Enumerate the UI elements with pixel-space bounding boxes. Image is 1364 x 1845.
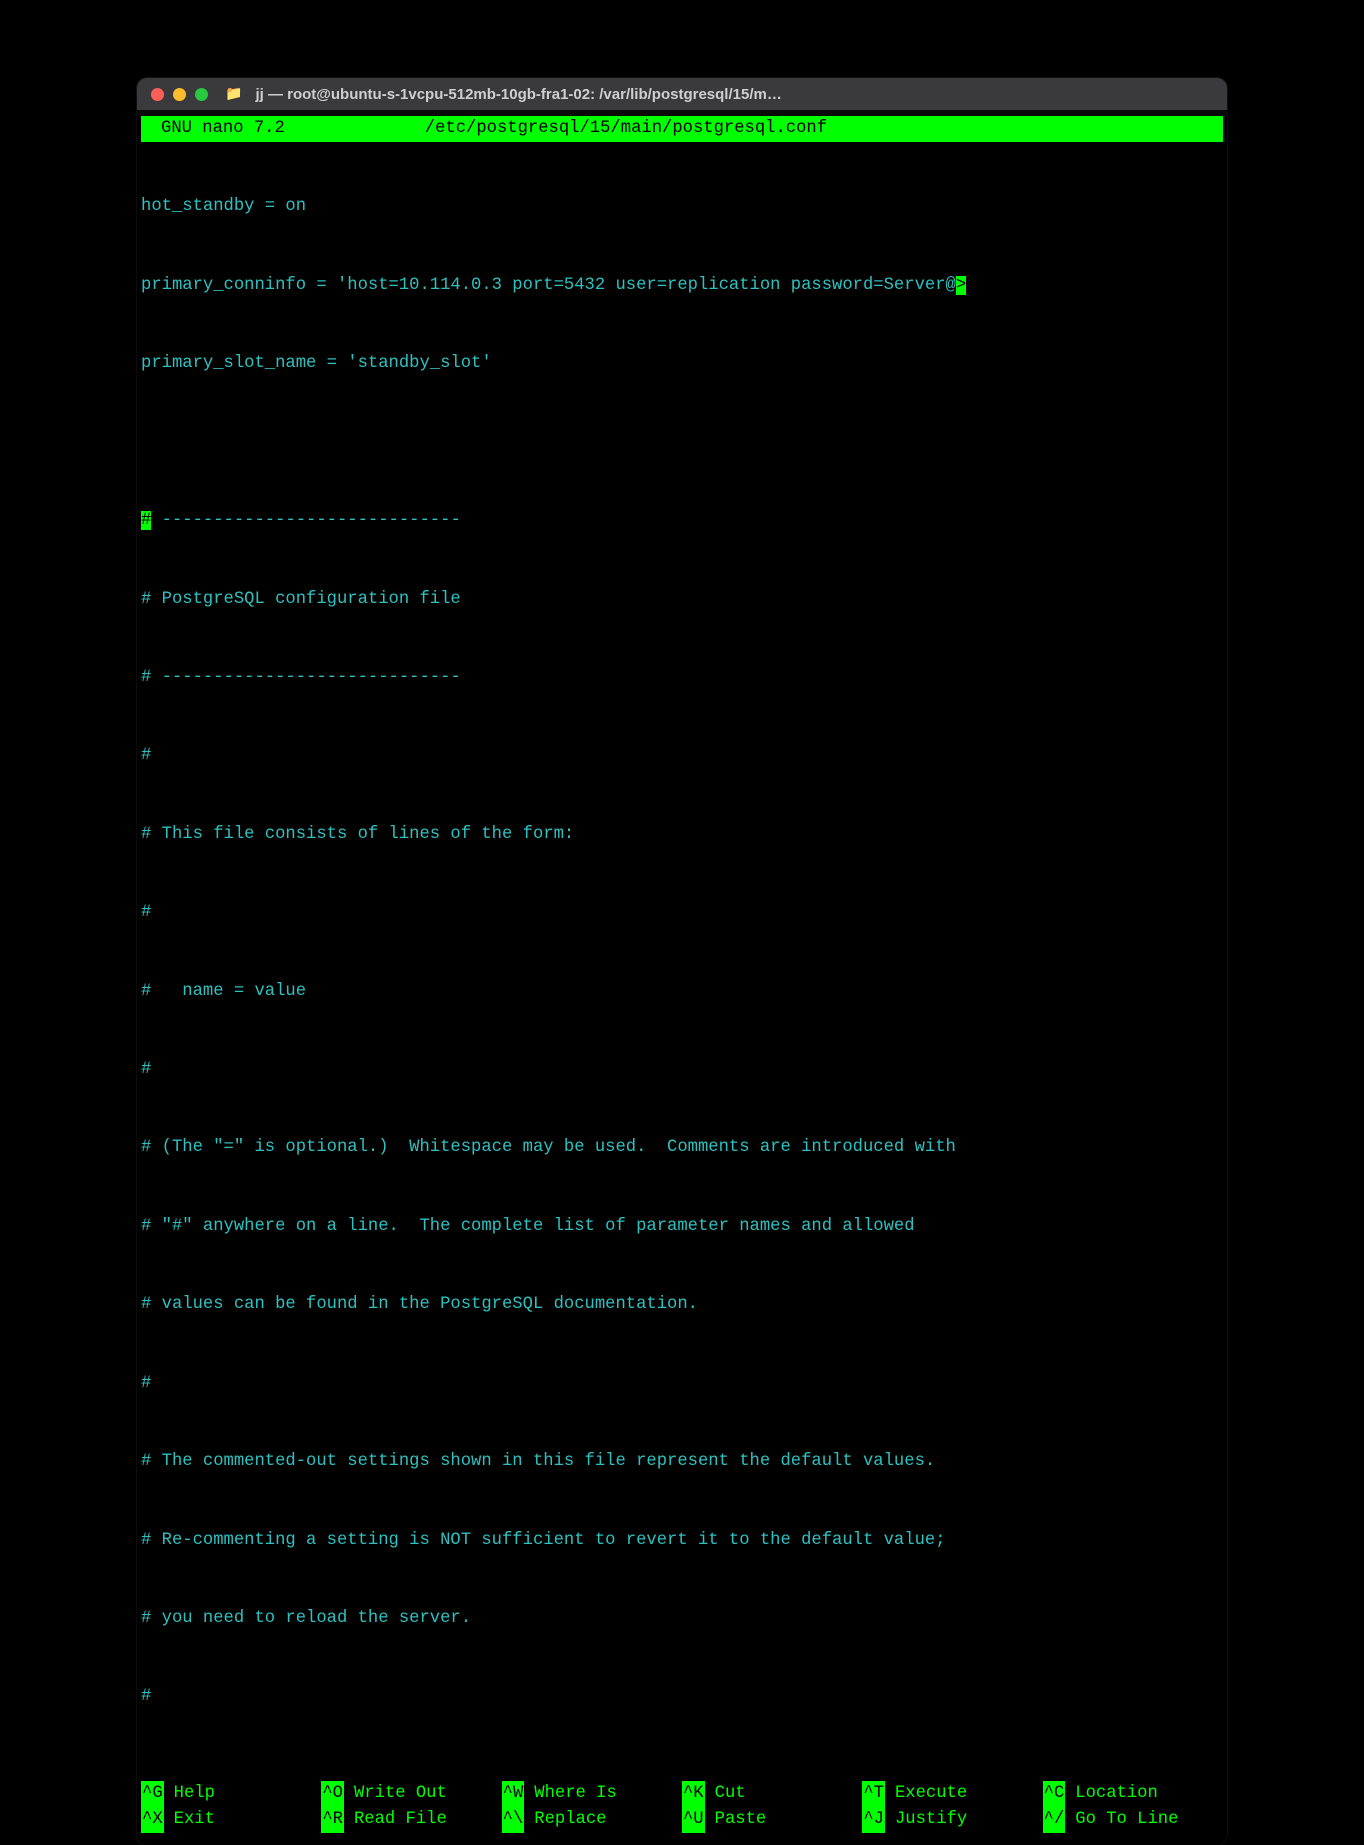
- shortcut-label: Help: [164, 1781, 215, 1807]
- editor-content[interactable]: hot_standby = on primary_conninfo = 'hos…: [137, 142, 1227, 1763]
- shortcut-key: ^\: [502, 1807, 525, 1833]
- title-bar: 📁 jj — root@ubuntu-s-1vcpu-512mb-10gb-fr…: [137, 78, 1227, 110]
- shortcut-label: Read File: [344, 1807, 447, 1833]
- shortcut-paste[interactable]: ^UPaste: [682, 1807, 862, 1833]
- shortcut-label: Go To Line: [1065, 1807, 1178, 1833]
- cursor: #: [141, 511, 151, 530]
- shortcut-label: Execute: [885, 1781, 967, 1807]
- shortcut-key: ^C: [1043, 1781, 1066, 1807]
- shortcut-execute[interactable]: ^TExecute: [862, 1781, 1042, 1807]
- terminal-body[interactable]: GNU nano 7.2 /etc/postgresql/15/main/pos…: [137, 116, 1227, 1845]
- shortcut-justify[interactable]: ^JJustify: [862, 1807, 1042, 1833]
- folder-icon: 📁: [225, 86, 242, 103]
- shortcut-label: Write Out: [344, 1781, 447, 1807]
- editor-line: #: [141, 743, 1223, 769]
- shortcut-label: Cut: [705, 1781, 746, 1807]
- shortcut-key: ^U: [682, 1807, 705, 1833]
- nano-file-path: /etc/postgresql/15/main/postgresql.conf: [425, 116, 827, 142]
- minimize-icon[interactable]: [173, 88, 186, 101]
- truncation-marker-icon: >: [956, 276, 966, 295]
- editor-line: # you need to reload the server.: [141, 1606, 1223, 1632]
- editor-line: # "#" anywhere on a line. The complete l…: [141, 1214, 1223, 1240]
- shortcut-key: ^W: [502, 1781, 525, 1807]
- editor-line: #: [141, 1371, 1223, 1397]
- editor-line: # (The "=" is optional.) Whitespace may …: [141, 1135, 1223, 1161]
- shortcut-label: Replace: [524, 1807, 606, 1833]
- shortcut-key: ^R: [321, 1807, 344, 1833]
- editor-line: # Re-commenting a setting is NOT suffici…: [141, 1528, 1223, 1554]
- shortcut-label: Paste: [705, 1807, 767, 1833]
- shortcut-cut[interactable]: ^KCut: [682, 1781, 862, 1807]
- nano-app-name: GNU nano 7.2: [143, 116, 285, 142]
- editor-line: #: [141, 1684, 1223, 1710]
- shortcut-label: Exit: [164, 1807, 215, 1833]
- nano-header: GNU nano 7.2 /etc/postgresql/15/main/pos…: [141, 116, 1223, 142]
- shortcut-key: ^J: [862, 1807, 885, 1833]
- shortcut-exit[interactable]: ^XExit: [141, 1807, 321, 1833]
- maximize-icon[interactable]: [195, 88, 208, 101]
- shortcut-where-is[interactable]: ^WWhere Is: [502, 1781, 682, 1807]
- shortcut-key: ^/: [1043, 1807, 1066, 1833]
- editor-line: #: [141, 1057, 1223, 1083]
- shortcut-key: ^T: [862, 1781, 885, 1807]
- editor-line: # The commented-out settings shown in th…: [141, 1449, 1223, 1475]
- editor-line: # PostgreSQL configuration file: [141, 587, 1223, 613]
- shortcut-key: ^G: [141, 1781, 164, 1807]
- shortcut-write-out[interactable]: ^OWrite Out: [321, 1781, 501, 1807]
- editor-line: # This file consists of lines of the for…: [141, 822, 1223, 848]
- shortcut-key: ^O: [321, 1781, 344, 1807]
- shortcut-location[interactable]: ^CLocation: [1043, 1781, 1223, 1807]
- terminal-window: 📁 jj — root@ubuntu-s-1vcpu-512mb-10gb-fr…: [137, 78, 1227, 1845]
- shortcut-key: ^K: [682, 1781, 705, 1807]
- shortcut-label: Location: [1065, 1781, 1158, 1807]
- close-icon[interactable]: [151, 88, 164, 101]
- window-title: jj — root@ubuntu-s-1vcpu-512mb-10gb-fra1…: [255, 86, 1213, 103]
- editor-line: # name = value: [141, 979, 1223, 1005]
- editor-line: # values can be found in the PostgreSQL …: [141, 1292, 1223, 1318]
- editor-line: # -----------------------------: [141, 665, 1223, 691]
- editor-line: hot_standby = on: [141, 194, 1223, 220]
- shortcut-replace[interactable]: ^\Replace: [502, 1807, 682, 1833]
- editor-line: [141, 430, 1223, 456]
- shortcut-label: Where Is: [524, 1781, 617, 1807]
- editor-line: #: [141, 900, 1223, 926]
- editor-line: primary_slot_name = 'standby_slot': [141, 351, 1223, 377]
- shortcut-label: Justify: [885, 1807, 967, 1833]
- editor-line: primary_conninfo = 'host=10.114.0.3 port…: [141, 273, 1223, 299]
- editor-line: # -----------------------------: [141, 508, 1223, 534]
- shortcut-help[interactable]: ^GHelp: [141, 1781, 321, 1807]
- shortcut-go-to-line[interactable]: ^/Go To Line: [1043, 1807, 1223, 1833]
- shortcut-key: ^X: [141, 1807, 164, 1833]
- shortcut-read-file[interactable]: ^RRead File: [321, 1807, 501, 1833]
- nano-shortcuts: ^GHelp ^OWrite Out ^WWhere Is ^KCut ^TEx…: [137, 1763, 1227, 1841]
